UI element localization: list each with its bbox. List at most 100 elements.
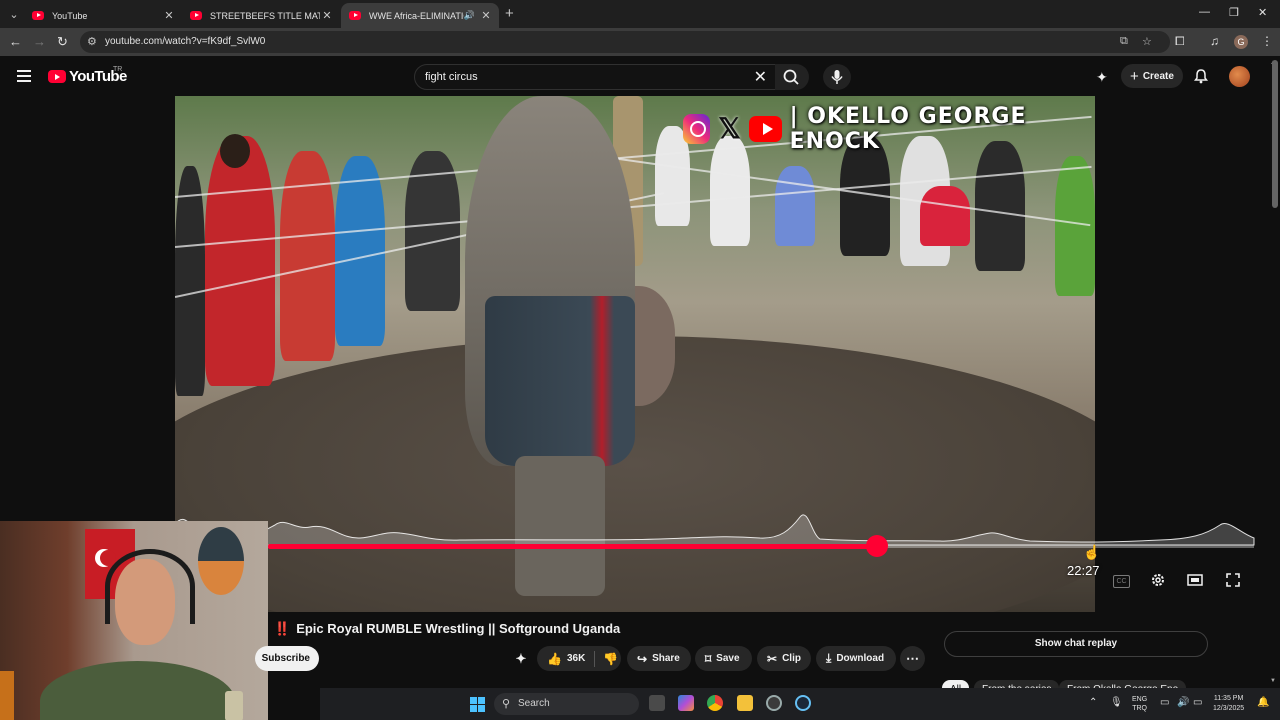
input-language-indicator[interactable]: ENG TRQ	[1132, 695, 1147, 713]
video-title-text: Epic Royal RUMBLE Wrestling || Softgroun…	[296, 621, 621, 636]
scroll-down-arrow-icon[interactable]: ▼	[1270, 678, 1276, 684]
share-button[interactable]: ↪ Share	[627, 646, 691, 671]
obs-icon[interactable]	[766, 695, 782, 711]
create-button[interactable]: + Create	[1121, 64, 1183, 88]
bookmark-star-icon[interactable]: ☆	[1142, 35, 1152, 48]
battery-icon[interactable]: ▭	[1193, 697, 1202, 708]
ai-ask-button[interactable]: ✦	[508, 646, 534, 671]
forward-icon[interactable]: →	[33, 34, 46, 49]
address-bar[interactable]: ⚙ youtube.com/watch?v=fK9df_SvlW0 ⧉ ☆	[80, 31, 1170, 53]
steam-icon[interactable]	[795, 695, 811, 711]
like-count[interactable]: 36K	[567, 653, 585, 664]
like-thumb-icon[interactable]: 👍	[547, 652, 562, 666]
divider	[594, 650, 596, 667]
close-window-icon[interactable]: ✕	[1258, 6, 1267, 19]
more-horizontal-icon: ⋯	[906, 650, 919, 666]
taskbar-search-label: Search	[518, 698, 550, 709]
media-controls-icon[interactable]: ♫	[1210, 34, 1219, 48]
youtube-logo-icon[interactable]	[48, 70, 66, 83]
search-icon	[783, 69, 799, 85]
browser-menu-icon[interactable]: ⋮	[1261, 34, 1273, 48]
ai-sparkle-icon[interactable]: ✦	[1096, 69, 1108, 86]
microphone-tray-icon[interactable]: 🎙	[1110, 697, 1123, 708]
save-button[interactable]: ⌑ Save	[695, 646, 752, 671]
new-tab-button[interactable]: +	[505, 5, 514, 22]
tab-title: YouTube	[52, 10, 88, 21]
task-view-icon[interactable]	[649, 695, 665, 711]
spectator-head	[220, 134, 250, 168]
account-avatar[interactable]	[1229, 66, 1250, 87]
volume-icon[interactable]: 🔊	[1177, 697, 1189, 708]
taskbar-search-box[interactable]: ⚲ Search	[494, 693, 639, 715]
file-explorer-icon[interactable]	[737, 695, 753, 711]
clip-button[interactable]: ✂ Clip	[757, 646, 811, 671]
youtube-play-icon	[748, 116, 782, 142]
chrome-icon[interactable]	[707, 695, 723, 711]
video-title: ‼️ Epic Royal RUMBLE Wrestling || Softgro…	[274, 621, 620, 637]
profile-avatar[interactable]: G	[1234, 35, 1248, 49]
copilot-icon[interactable]	[678, 695, 694, 711]
close-tab-icon[interactable]: ✕	[479, 9, 493, 22]
restore-icon[interactable]: ❐	[1229, 6, 1239, 19]
minimize-icon[interactable]: —	[1199, 6, 1210, 18]
notification-center-icon[interactable]: 🔔	[1257, 697, 1269, 708]
browser-tab-streetbeefs[interactable]: STREETBEEFS TITLE MATCH | BA ✕	[182, 3, 340, 28]
hover-timestamp: 22:27	[1067, 563, 1100, 578]
back-icon[interactable]: ←	[9, 34, 22, 49]
clear-search-icon[interactable]: ✕	[754, 67, 767, 87]
speaker-icon[interactable]: 🔊	[464, 10, 475, 21]
close-tab-icon[interactable]: ✕	[162, 9, 176, 22]
streamer-shirt	[40, 661, 235, 720]
scissors-icon: ✂	[767, 651, 778, 666]
fullscreen-icon[interactable]	[1225, 572, 1241, 593]
x-logo-icon: 𝕏	[718, 113, 741, 144]
download-label: Download	[836, 653, 885, 664]
notifications-bell-icon[interactable]	[1193, 68, 1209, 89]
dislike-thumb-icon[interactable]: 👎	[603, 652, 618, 666]
bottle	[0, 671, 14, 720]
tab-search-button[interactable]: ⌄	[4, 4, 24, 24]
youtube-header: YouTube TR fight circus ✕ ✦ + Create	[0, 56, 1280, 96]
language-code: ENG	[1132, 696, 1148, 703]
menu-hamburger-icon[interactable]	[17, 70, 31, 85]
install-app-icon[interactable]: ⧉	[1120, 35, 1128, 48]
channel-watermark: | OKELLO GEORGE ENOCK	[789, 104, 1027, 154]
wall-art	[198, 527, 244, 595]
youtube-favicon-icon	[32, 11, 44, 20]
ai-sparkle-icon: ✦	[515, 650, 527, 666]
close-tab-icon[interactable]: ✕	[320, 9, 334, 22]
settings-gear-icon[interactable]	[1150, 572, 1166, 593]
browser-tab-wwe-africa[interactable]: WWE Africa-ELIMINATION 🔊 ✕	[341, 3, 499, 28]
progress-scrubber-handle[interactable]	[866, 535, 888, 557]
like-dislike-group: 👍 36K 👎	[537, 646, 621, 671]
youtube-favicon-icon	[349, 11, 361, 20]
search-input[interactable]: fight circus ✕	[414, 64, 776, 90]
download-button[interactable]: ⤓ Download	[816, 646, 896, 671]
tray-overflow-icon[interactable]: ⌃	[1089, 697, 1097, 708]
search-button[interactable]	[775, 64, 809, 90]
voice-search-button[interactable]	[823, 64, 851, 90]
download-icon: ⤓	[826, 651, 832, 665]
browser-tab-strip: ⌄ YouTube ✕ STREETBEEFS TITLE MATCH | BA…	[0, 0, 1280, 28]
page-scrollbar[interactable]	[1272, 60, 1278, 208]
url-text: youtube.com/watch?v=fK9df_SvlW0	[105, 36, 266, 47]
site-info-icon[interactable]: ⚙	[87, 35, 97, 48]
captions-icon[interactable]: CC	[1113, 575, 1130, 588]
search-icon: ⚲	[502, 698, 511, 710]
extensions-icon[interactable]: ⧠	[1175, 34, 1185, 49]
cup	[225, 691, 243, 720]
reload-icon[interactable]: ↻	[57, 34, 68, 50]
more-actions-button[interactable]: ⋯	[900, 646, 925, 671]
taskbar-clock[interactable]: 11:35 PM 12/3/2025	[1213, 694, 1244, 714]
mouse-cursor-icon: ☝	[1083, 544, 1101, 560]
windows-start-icon[interactable]	[470, 697, 485, 712]
show-chat-replay-button[interactable]: Show chat replay	[944, 631, 1208, 657]
spectator	[205, 136, 275, 386]
wrestler-shorts	[485, 296, 635, 466]
network-icon[interactable]: ▭	[1160, 697, 1169, 708]
share-label: Share	[652, 653, 680, 664]
spectator	[975, 141, 1025, 271]
theater-mode-icon[interactable]	[1187, 572, 1203, 593]
subscribe-button[interactable]: Subscribe	[255, 646, 319, 671]
browser-tab-youtube[interactable]: YouTube ✕	[24, 3, 182, 28]
